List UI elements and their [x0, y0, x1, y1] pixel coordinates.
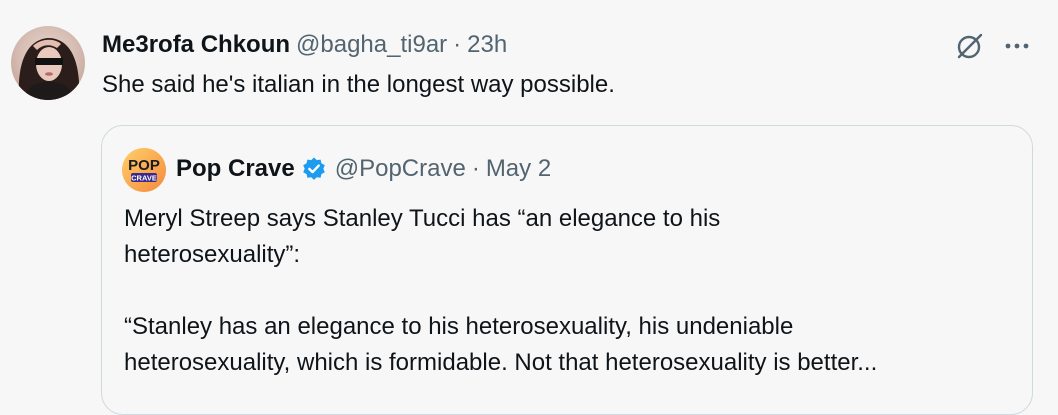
verified-badge-icon	[301, 156, 327, 182]
avatar[interactable]	[11, 26, 85, 100]
svg-text:CRAVE: CRAVE	[131, 174, 157, 183]
tweet[interactable]: Me3rofa Chkoun @bagha_ti9ar · 23h She sa…	[0, 0, 1058, 415]
quote-avatar[interactable]: POP CRAVE	[122, 148, 166, 192]
separator-dot: ·	[453, 31, 462, 58]
svg-text:POP: POP	[128, 157, 160, 174]
quote-text-line: heterosexuality”:	[124, 241, 301, 268]
quote-header: Pop Crave @PopCrave · May 2	[176, 152, 551, 186]
quote-text-line: Meryl Streep says Stanley Tucci has “an …	[124, 205, 721, 232]
tweet-header: Me3rofa Chkoun @bagha_ti9ar · 23h	[102, 28, 507, 62]
author-name[interactable]: Me3rofa Chkoun	[102, 31, 290, 59]
author-handle[interactable]: @bagha_ti9ar	[296, 31, 447, 59]
quoted-tweet[interactable]: POP CRAVE Pop Crave @PopCrave · May 2 Me…	[101, 125, 1033, 415]
timestamp[interactable]: 23h	[467, 31, 507, 59]
quote-author-name[interactable]: Pop Crave	[176, 155, 295, 183]
separator-dot: ·	[471, 155, 480, 182]
quote-author-handle[interactable]: @PopCrave	[335, 155, 466, 183]
quote-text-line: heterosexuality, which is formidable. No…	[124, 349, 878, 376]
grok-icon[interactable]	[954, 30, 986, 62]
more-icon[interactable]	[1003, 32, 1031, 60]
quote-text: Meryl Streep says Stanley Tucci has “an …	[124, 201, 1024, 381]
quote-text-line: “Stanley has an elegance to his heterose…	[124, 313, 794, 340]
quote-timestamp[interactable]: May 2	[486, 155, 551, 183]
tweet-text: She said he's italian in the longest way…	[102, 71, 615, 98]
